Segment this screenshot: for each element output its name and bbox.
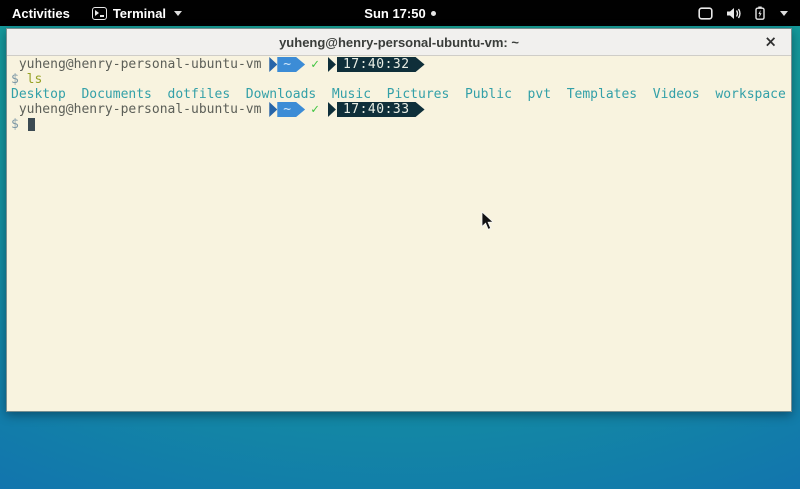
activities-button[interactable]: Activities [0,0,82,26]
terminal-app-menu[interactable]: Terminal [82,0,192,26]
app-menu-label: Terminal [113,6,166,21]
clock[interactable]: Sun 17:50 [364,6,425,21]
cwd-segment: ~ [277,102,305,117]
powerline-arrow-icon [269,57,277,72]
system-status-area[interactable] [686,0,800,26]
command-text: ls [27,72,43,87]
time-segment: 17:40:32 [337,57,425,72]
command-line: $ ls [11,72,791,87]
text-cursor [28,118,35,131]
success-check-icon: ✓ [311,102,319,117]
window-title: yuheng@henry-personal-ubuntu-vm: ~ [279,35,519,50]
terminal-icon [92,7,107,20]
powerline-arrow-icon [269,102,277,117]
prompt-user-host: yuheng@henry-personal-ubuntu-vm [11,102,269,117]
time-segment: 17:40:33 [337,102,425,117]
prompt-symbol: $ [11,72,19,87]
current-command-line: $ [11,117,791,132]
close-button[interactable]: × [764,35,777,50]
ls-output-line: Desktop Documents dotfiles Downloads Mus… [11,87,791,102]
prompt-user-host: yuheng@henry-personal-ubuntu-vm [11,57,269,72]
chevron-down-icon [174,11,182,16]
prompt-symbol: $ [11,117,19,132]
top-bar: Activities Terminal Sun 17:50 [0,0,800,26]
system-menu-chevron-icon [780,11,788,16]
directory-list: Desktop Documents dotfiles Downloads Mus… [11,87,786,102]
prompt-line: yuheng@henry-personal-ubuntu-vm ~ ✓ 17:4… [11,102,791,117]
desktop-background: Activities Terminal Sun 17:50 [0,0,800,489]
terminal-window: yuheng@henry-personal-ubuntu-vm: ~ × yuh… [6,28,792,412]
prompt-line: yuheng@henry-personal-ubuntu-vm ~ ✓ 17:4… [11,57,791,72]
cwd-segment: ~ [277,57,305,72]
titlebar[interactable]: yuheng@henry-personal-ubuntu-vm: ~ × [7,29,791,56]
battery-charging-icon [755,6,765,20]
terminal-content[interactable]: yuheng@henry-personal-ubuntu-vm ~ ✓ 17:4… [7,56,791,411]
screen-icon [698,7,713,20]
volume-icon [726,7,742,20]
powerline-arrow-icon [328,57,336,72]
media-indicator-dot [431,11,436,16]
powerline-arrow-icon [328,102,336,117]
success-check-icon: ✓ [311,57,319,72]
